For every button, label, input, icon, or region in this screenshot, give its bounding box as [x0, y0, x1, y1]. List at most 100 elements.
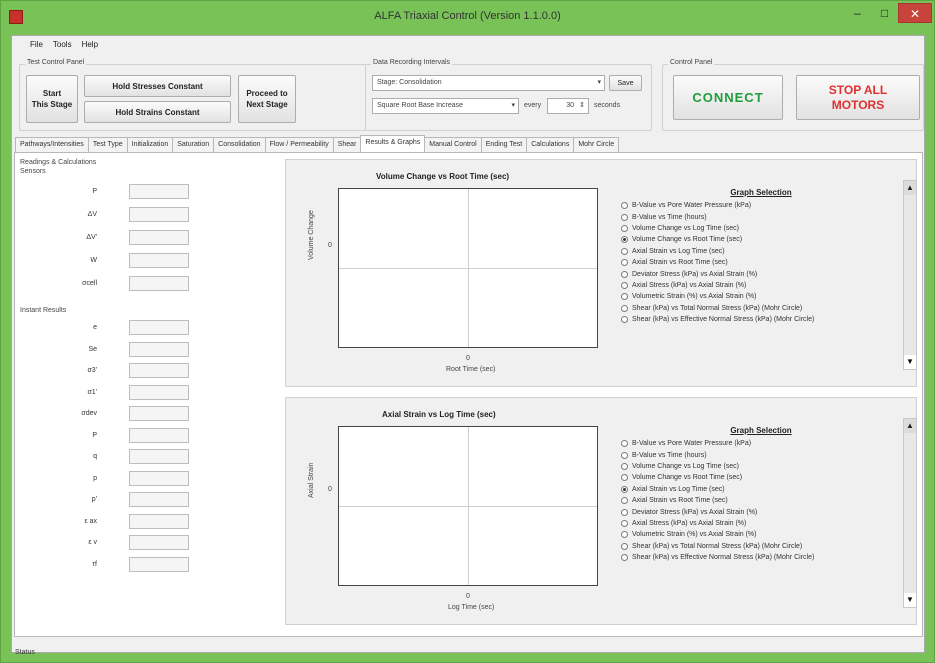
proceed-next-stage-button[interactable]: Proceed to Next Stage	[238, 75, 296, 123]
tab-pathways-intensities[interactable]: Pathways/Intensities	[15, 137, 89, 152]
tab-test-type[interactable]: Test Type	[87, 137, 128, 152]
graph-option-label: B-Value vs Pore Water Pressure (kPa)	[632, 440, 752, 448]
graph-option[interactable]: Volume Change vs Log Time (sec)	[621, 461, 901, 472]
graph-option[interactable]: Volumetric Strain (%) vs Axial Strain (%…	[621, 529, 901, 540]
graph-option-label: Shear (kPa) vs Effective Normal Stress (…	[632, 316, 815, 324]
tab-saturation[interactable]: Saturation	[172, 137, 215, 152]
graph1-plot-area[interactable]	[338, 188, 598, 348]
connect-button[interactable]: CONNECT	[673, 75, 783, 120]
radio-button[interactable]	[621, 304, 628, 312]
graph-option[interactable]: Axial Strain vs Log Time (sec)	[621, 484, 901, 495]
graph-option[interactable]: Shear (kPa) vs Effective Normal Stress (…	[621, 552, 901, 563]
interval-type-select[interactable]: Square Root Base Increase ▾	[372, 98, 519, 114]
graph-option[interactable]: Volume Change vs Root Time (sec)	[621, 234, 901, 245]
graph-option[interactable]: Volume Change vs Log Time (sec)	[621, 223, 901, 234]
tab-results-graphs[interactable]: Results & Graphs	[360, 135, 426, 152]
maximize-button[interactable]: □	[871, 3, 898, 23]
graph2-plot-area[interactable]	[338, 426, 598, 586]
graph-selection-1-scrollbar[interactable]: ▲ ▼	[903, 180, 917, 370]
radio-button[interactable]	[621, 474, 628, 482]
radio-button[interactable]	[621, 224, 628, 232]
radio-button[interactable]	[621, 236, 628, 244]
graph-option[interactable]: Shear (kPa) vs Total Normal Stress (kPa)…	[621, 541, 901, 552]
graph-option-label: Deviator Stress (kPa) vs Axial Strain (%…	[632, 270, 758, 278]
hold-strains-button[interactable]: Hold Strains Constant	[84, 101, 231, 123]
tab-consolidation[interactable]: Consolidation	[213, 137, 266, 152]
save-button[interactable]: Save	[609, 75, 642, 91]
radio-button[interactable]	[621, 247, 628, 255]
radio-button[interactable]	[621, 259, 628, 267]
tab-flow-permeability[interactable]: Flow / Permeability	[264, 137, 334, 152]
radio-button[interactable]	[621, 440, 628, 448]
menu-help[interactable]: Help	[82, 40, 98, 54]
reading-value-box	[129, 363, 189, 378]
radio-button[interactable]	[621, 293, 628, 301]
tab-shear[interactable]: Shear	[332, 137, 362, 152]
graph-option[interactable]: Shear (kPa) vs Effective Normal Stress (…	[621, 314, 901, 325]
graph-option-label: B-Value vs Pore Water Pressure (kPa)	[632, 202, 752, 210]
radio-button[interactable]	[621, 281, 628, 289]
graph-option-label: Shear (kPa) vs Total Normal Stress (kPa)…	[632, 542, 803, 550]
radio-button[interactable]	[621, 451, 628, 459]
graph2-ylabel: Axial Strain	[308, 462, 315, 498]
graph-selection-2-scrollbar[interactable]: ▲ ▼	[903, 418, 917, 608]
graph-option[interactable]: Axial Stress (kPa) vs Axial Strain (%)	[621, 280, 901, 291]
radio-button[interactable]	[621, 462, 628, 470]
graph-option[interactable]: B-Value vs Time (hours)	[621, 449, 901, 460]
graph-option[interactable]: Deviator Stress (kPa) vs Axial Strain (%…	[621, 506, 901, 517]
scroll-down-icon[interactable]: ▼	[904, 355, 916, 369]
radio-button[interactable]	[621, 270, 628, 278]
radio-button[interactable]	[621, 485, 628, 493]
graph-option[interactable]: Axial Strain vs Root Time (sec)	[621, 257, 901, 268]
interval-spinner[interactable]: 30 ⇕	[547, 98, 589, 114]
reading-value-box	[129, 230, 189, 245]
scroll-up-icon[interactable]: ▲	[904, 181, 916, 195]
menu-tools[interactable]: Tools	[53, 40, 72, 54]
stop-line2: MOTORS	[831, 97, 885, 112]
start-stage-button[interactable]: Start This Stage	[26, 75, 78, 123]
scroll-up-icon[interactable]: ▲	[904, 419, 916, 433]
close-button[interactable]: ✕	[898, 3, 932, 23]
stop-all-motors-button[interactable]: STOP ALL MOTORS	[796, 75, 920, 120]
tab-calculations[interactable]: Calculations	[526, 137, 575, 152]
menu-file[interactable]: File	[30, 40, 43, 54]
reading-label: P	[92, 431, 97, 439]
graph-selection-2-options: B-Value vs Pore Water Pressure (kPa) B-Va…	[621, 438, 901, 563]
radio-button[interactable]	[621, 554, 628, 562]
graph-option-label: B-Value vs Time (hours)	[632, 451, 707, 459]
hold-stresses-button[interactable]: Hold Stresses Constant	[84, 75, 231, 97]
reading-value-box	[129, 513, 189, 529]
stage-select[interactable]: Stage: Consolidation ▾	[372, 75, 605, 91]
radio-button[interactable]	[621, 213, 628, 221]
spin-arrows-icon[interactable]: ⇕	[579, 101, 585, 109]
graph-option[interactable]: Shear (kPa) vs Total Normal Stress (kPa)…	[621, 303, 901, 314]
tab-strip: Pathways/Intensities Test Type Initializat…	[15, 135, 620, 153]
radio-button[interactable]	[621, 497, 628, 505]
graph-option[interactable]: Axial Strain vs Root Time (sec)	[621, 495, 901, 506]
tab-mohr-circle[interactable]: Mohr Circle	[573, 137, 620, 152]
graph-option[interactable]: Deviator Stress (kPa) vs Axial Strain (%…	[621, 268, 901, 279]
start-line1: Start	[42, 89, 62, 98]
graph-option[interactable]: Axial Stress (kPa) vs Axial Strain (%)	[621, 518, 901, 529]
graph-option[interactable]: Axial Strain vs Log Time (sec)	[621, 246, 901, 257]
reading-label: Se	[88, 345, 97, 353]
graph-option[interactable]: Volumetric Strain (%) vs Axial Strain (%…	[621, 291, 901, 302]
radio-button[interactable]	[621, 202, 628, 210]
graph-option[interactable]: B-Value vs Pore Water Pressure (kPa)	[621, 200, 901, 211]
tab-initialization[interactable]: Initialization	[126, 137, 174, 152]
graph-option[interactable]: B-Value vs Time (hours)	[621, 211, 901, 222]
radio-button[interactable]	[621, 316, 628, 324]
graph-option[interactable]: Volume Change vs Root Time (sec)	[621, 472, 901, 483]
graph1-ylabel: Volume Change	[308, 210, 315, 260]
tab-manual-control[interactable]: Manual Control	[424, 137, 482, 152]
radio-button[interactable]	[621, 508, 628, 516]
graph-option[interactable]: B-Value vs Pore Water Pressure (kPa)	[621, 438, 901, 449]
radio-button[interactable]	[621, 519, 628, 527]
radio-button[interactable]	[621, 542, 628, 550]
tab-ending-test[interactable]: Ending Test	[480, 137, 528, 152]
graph-option-label: Volumetric Strain (%) vs Axial Strain (%…	[632, 293, 757, 301]
minimize-button[interactable]: –	[844, 3, 871, 23]
scroll-down-icon[interactable]: ▼	[904, 593, 916, 607]
radio-button[interactable]	[621, 531, 628, 539]
graph-selection-1-heading: Graph Selection	[730, 188, 792, 197]
